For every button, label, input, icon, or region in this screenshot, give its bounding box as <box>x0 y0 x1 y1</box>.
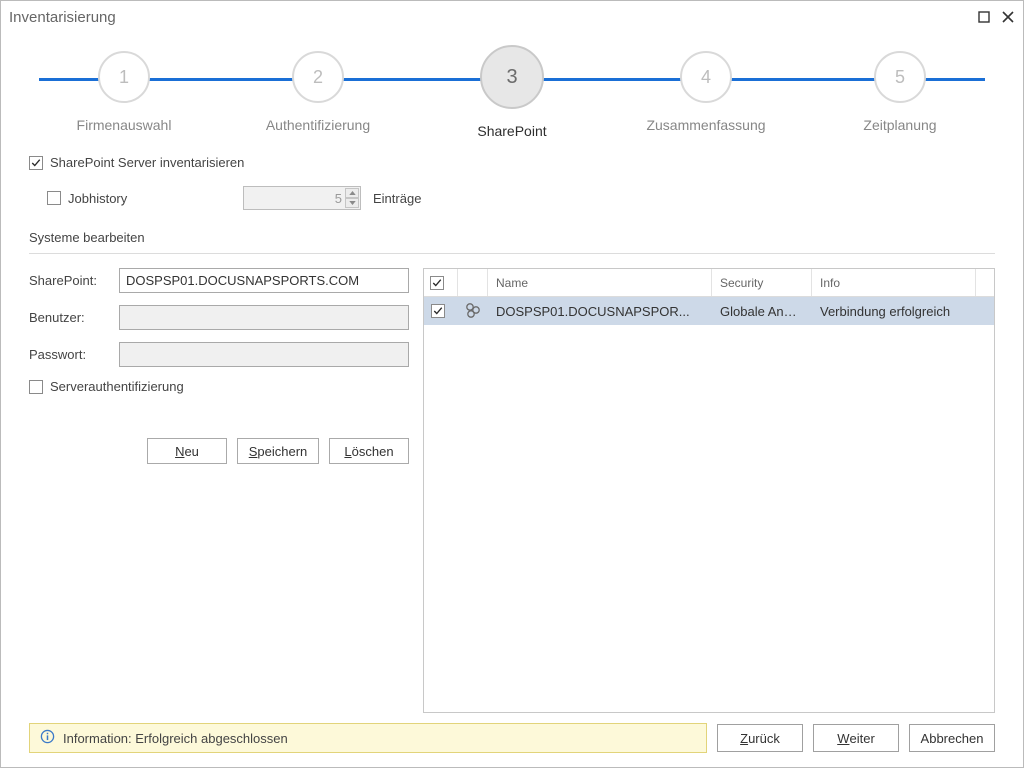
spinner-up-button[interactable] <box>345 188 359 198</box>
user-input[interactable] <box>119 305 409 330</box>
form-button-row: Neu Speichern Löschen <box>29 438 409 464</box>
header-name[interactable]: Name <box>488 269 712 296</box>
wizard-step-5[interactable]: 5 Zeitplanung <box>805 51 995 139</box>
edit-grid: SharePoint: DOSPSP01.DOCUSNAPSPORTS.COM … <box>29 268 995 713</box>
titlebar: Inventarisierung <box>1 1 1023 33</box>
row-info: Verbindung erfolgreich <box>812 304 994 319</box>
delete-button[interactable]: Löschen <box>329 438 409 464</box>
serverauth-row: Serverauthentifizierung <box>29 379 409 394</box>
spinner-down-button[interactable] <box>345 198 359 208</box>
table-header-row: Name Security Info <box>424 269 994 297</box>
step-label: SharePoint <box>417 123 607 139</box>
step-label: Authentifizierung <box>223 117 413 133</box>
step-circle: 2 <box>292 51 344 103</box>
wizard-step-3[interactable]: 3 SharePoint <box>417 51 607 139</box>
save-button[interactable]: Speichern <box>237 438 319 464</box>
sharepoint-server-icon <box>465 302 481 321</box>
serverauth-checkbox[interactable] <box>29 380 43 394</box>
cancel-button[interactable]: Abbrechen <box>909 724 995 752</box>
jobhistory-spinner[interactable]: 5 <box>243 186 361 210</box>
info-banner: Information: Erfolgreich abgeschlossen <box>29 723 707 753</box>
header-info[interactable]: Info <box>812 269 976 296</box>
next-button[interactable]: Weiter <box>813 724 899 752</box>
step-circle: 1 <box>98 51 150 103</box>
inventory-sharepoint-checkbox[interactable] <box>29 156 43 170</box>
wizard-step-1[interactable]: 1 Firmenauswahl <box>29 51 219 139</box>
wizard-step-2[interactable]: 2 Authentifizierung <box>223 51 413 139</box>
info-icon <box>40 729 55 747</box>
jobhistory-label: Jobhistory <box>68 191 127 206</box>
step-circle: 5 <box>874 51 926 103</box>
jobhistory-checkbox[interactable] <box>47 191 61 205</box>
systems-section-title: Systeme bearbeiten <box>29 230 995 245</box>
jobhistory-row: Jobhistory 5 Einträge <box>47 186 995 210</box>
row-checkbox[interactable] <box>431 304 445 318</box>
new-button[interactable]: Neu <box>147 438 227 464</box>
systems-table: Name Security Info <box>423 268 995 713</box>
content-area: SharePoint Server inventarisieren Jobhis… <box>1 141 1023 713</box>
row-name: DOSPSP01.DOCUSNAPSPOR... <box>488 304 712 319</box>
info-text: Information: Erfolgreich abgeschlossen <box>63 731 288 746</box>
inventory-sharepoint-row: SharePoint Server inventarisieren <box>29 155 995 170</box>
step-circle: 4 <box>680 51 732 103</box>
wizard-window: Inventarisierung 1 Firmenauswahl 2 Authe… <box>0 0 1024 768</box>
user-field-label: Benutzer: <box>29 310 119 325</box>
serverauth-label: Serverauthentifizierung <box>50 379 184 394</box>
window-title: Inventarisierung <box>9 9 967 26</box>
step-circle: 3 <box>480 45 544 109</box>
step-label: Firmenauswahl <box>29 117 219 133</box>
footer-bar: Information: Erfolgreich abgeschlossen Z… <box>1 713 1023 767</box>
inventory-sharepoint-label: SharePoint Server inventarisieren <box>50 155 244 170</box>
sharepoint-field-label: SharePoint: <box>29 273 119 288</box>
wizard-step-4[interactable]: 4 Zusammenfassung <box>611 51 801 139</box>
close-button[interactable] <box>1001 10 1015 24</box>
sharepoint-input[interactable]: DOSPSP01.DOCUSNAPSPORTS.COM <box>119 268 409 293</box>
maximize-button[interactable] <box>977 10 991 24</box>
password-field-label: Passwort: <box>29 347 119 362</box>
section-divider <box>29 253 995 254</box>
wizard-steps-container: 1 Firmenauswahl 2 Authentifizierung 3 Sh… <box>1 33 1023 141</box>
header-select-all[interactable] <box>424 269 458 296</box>
table-row[interactable]: DOSPSP01.DOCUSNAPSPOR... Globale Anm... … <box>424 297 994 325</box>
header-scroll-spacer <box>976 269 994 296</box>
form-column: SharePoint: DOSPSP01.DOCUSNAPSPORTS.COM … <box>29 268 409 713</box>
step-label: Zusammenfassung <box>611 117 801 133</box>
table-body[interactable]: DOSPSP01.DOCUSNAPSPOR... Globale Anm... … <box>424 297 994 712</box>
password-input[interactable] <box>119 342 409 367</box>
back-button[interactable]: Zurück <box>717 724 803 752</box>
select-all-checkbox[interactable] <box>430 276 444 290</box>
header-icon-col <box>458 269 488 296</box>
entries-label: Einträge <box>373 191 421 206</box>
step-label: Zeitplanung <box>805 117 995 133</box>
row-security: Globale Anm... <box>712 304 812 319</box>
jobhistory-value: 5 <box>244 191 360 206</box>
header-security[interactable]: Security <box>712 269 812 296</box>
